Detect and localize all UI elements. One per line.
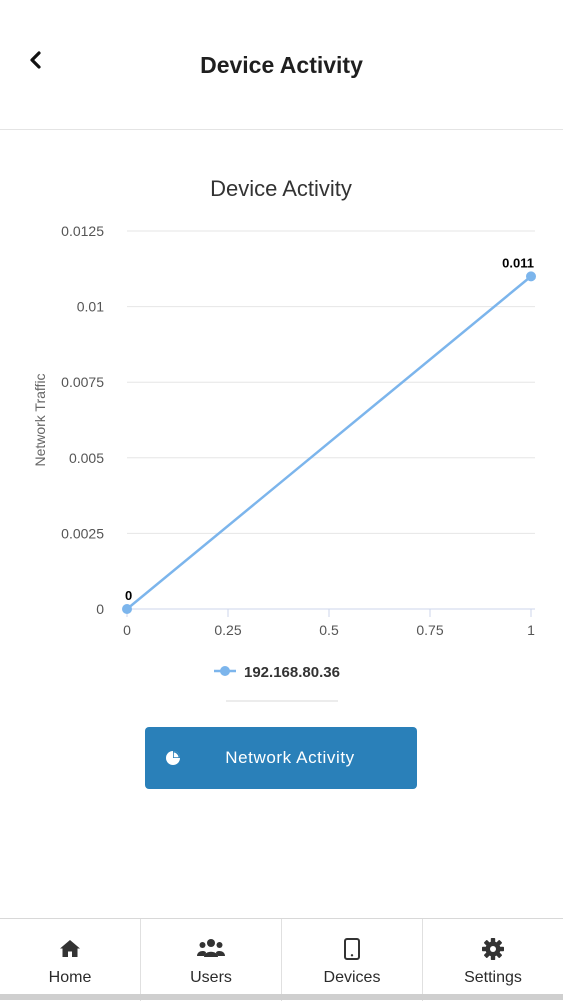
tab-settings-label: Settings [464, 969, 522, 986]
data-label: 0.011 [502, 255, 534, 270]
system-nav-strip [0, 994, 563, 1000]
y-tick-label: 0.0025 [61, 525, 104, 541]
home-icon [60, 940, 80, 957]
data-point [526, 271, 536, 282]
legend-marker [220, 666, 230, 676]
y-tick-label: 0.0125 [61, 223, 104, 239]
tab-home[interactable]: Home [0, 919, 141, 1001]
app-header: Device Activity [0, 0, 563, 130]
chart-svg: Device Activity 0 0.0025 0.005 0.0075 0.01 0.0… [32, 176, 536, 702]
x-tick-label: 0.25 [214, 622, 241, 638]
tab-settings[interactable]: Settings [423, 919, 563, 1001]
gear-icon [482, 938, 504, 960]
legend-label: 192.168.80.36 [244, 664, 340, 681]
y-tick-label: 0.01 [77, 299, 104, 315]
bottom-tab-bar: Home Users Devices Settings [0, 918, 563, 1001]
x-tick-label: 0 [123, 622, 131, 638]
x-tick-label: 0.75 [416, 622, 443, 638]
tablet-icon [344, 938, 360, 960]
series-line [126, 275, 532, 610]
y-tick-label: 0 [96, 601, 104, 617]
page-title: Device Activity [200, 52, 363, 78]
tab-home-label: Home [48, 969, 92, 986]
tab-devices[interactable]: Devices [282, 919, 423, 1001]
x-tick-label: 0.5 [319, 622, 339, 638]
chart-title: Device Activity [210, 176, 352, 201]
tab-devices-label: Devices [323, 969, 381, 986]
x-tick-label: 1 [527, 622, 535, 638]
tab-users-label: Users [190, 969, 232, 986]
data-point [122, 604, 132, 614]
network-activity-button[interactable]: Network Activity [145, 727, 417, 789]
y-axis-label: Network Traffic [32, 373, 48, 466]
users-icon [197, 939, 225, 957]
device-activity-chart: Device Activity 0 0.0025 0.005 0.0075 0.01 0.0… [0, 160, 563, 720]
data-label: 0 [125, 588, 132, 603]
y-tick-label: 0.005 [69, 450, 104, 466]
y-tick-label: 0.0075 [61, 374, 104, 390]
tab-users[interactable]: Users [141, 919, 282, 1001]
network-activity-label: Network Activity [225, 748, 355, 767]
